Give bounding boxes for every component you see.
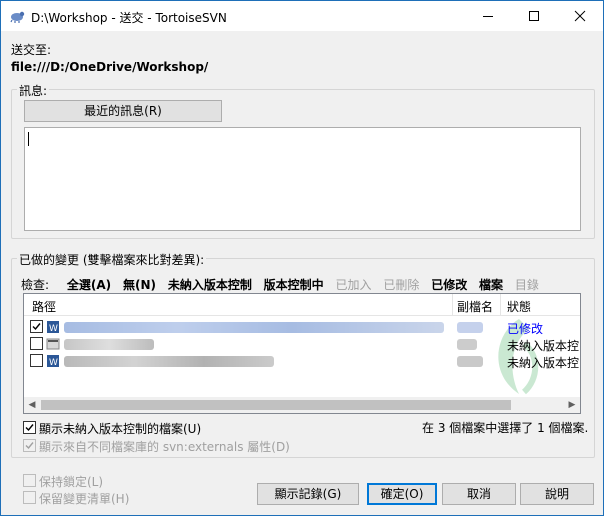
filter-added: 已加入 <box>335 278 372 292</box>
title-bar: D:\Workshop - 送交 - TortoiseSVN <box>1 1 603 31</box>
maximize-icon <box>529 11 539 21</box>
checkmark-icon <box>25 424 34 432</box>
show-externals-checkbox <box>23 439 36 452</box>
show-externals-label: 顯示來自不同檔案庫的 svn:externals 屬性(D) <box>39 440 290 454</box>
commit-message-input[interactable] <box>24 127 581 231</box>
cancel-button[interactable]: 取消 <box>442 483 516 505</box>
file-extension-redacted <box>457 356 483 367</box>
keep-locks-label: 保持鎖定(L) <box>39 475 104 489</box>
filter-directories: 目錄 <box>514 278 539 292</box>
filter-modified[interactable]: 已修改 <box>431 276 467 293</box>
ok-button[interactable]: 確定(O) <box>367 483 437 505</box>
filter-unversioned[interactable]: 未納入版本控制 <box>168 276 252 293</box>
window-title: D:\Workshop - 送交 - TortoiseSVN <box>31 11 227 25</box>
message-group-label: 訊息: <box>17 82 50 99</box>
help-button[interactable]: 說明 <box>520 483 594 505</box>
scroll-right-arrow-icon[interactable]: ▶ <box>564 397 580 413</box>
checkmark-icon <box>25 442 34 450</box>
close-button[interactable] <box>557 1 603 31</box>
keep-changelists-label: 保留變更清單(H) <box>39 492 130 506</box>
filter-select-none[interactable]: 無(N) <box>123 276 156 293</box>
show-unversioned-checkbox[interactable] <box>23 421 36 434</box>
filter-label: 檢查: <box>21 278 50 292</box>
keep-changelists-checkbox <box>23 491 36 504</box>
file-path-redacted <box>64 356 274 367</box>
list-header: 路徑 副檔名 狀態 <box>24 294 580 316</box>
file-row[interactable]: W 未納入版本控 <box>24 353 580 370</box>
file-extension-redacted <box>457 339 477 350</box>
column-status[interactable]: 狀態 <box>507 298 531 315</box>
show-log-button[interactable]: 顯示記錄(G) <box>257 483 359 505</box>
commit-dialog: D:\Workshop - 送交 - TortoiseSVN 送交至: file… <box>0 0 604 516</box>
column-separator[interactable] <box>452 294 453 316</box>
filter-files[interactable]: 檔案 <box>479 276 503 293</box>
word-document-icon: W <box>46 354 60 368</box>
maximize-button[interactable] <box>511 1 557 31</box>
file-extension-redacted <box>457 322 483 333</box>
minimize-icon <box>483 16 493 17</box>
file-row[interactable]: 未納入版本控 <box>24 336 580 353</box>
file-status: 已修改 <box>507 322 544 336</box>
checkmark-icon <box>32 323 41 331</box>
changes-group-label: 已做的變更 (雙擊檔案來比對差異): <box>17 251 207 268</box>
file-path-redacted <box>64 339 154 350</box>
file-checkbox[interactable] <box>30 320 43 333</box>
file-status: 未納入版本控 <box>507 356 579 370</box>
filter-select-all[interactable]: 全選(A) <box>67 276 111 293</box>
column-separator[interactable] <box>500 294 501 316</box>
file-status: 未納入版本控 <box>507 339 579 353</box>
repository-url: file:///D:/OneDrive/Workshop/ <box>11 60 209 74</box>
column-path[interactable]: 路徑 <box>32 298 56 315</box>
filter-versioned[interactable]: 版本控制中 <box>264 276 324 293</box>
recent-messages-button[interactable]: 最近的訊息(R) <box>24 100 222 122</box>
keep-locks-checkbox <box>23 474 36 487</box>
horizontal-scrollbar[interactable]: ◀ ▶ <box>24 397 580 413</box>
word-document-icon: W <box>46 320 60 334</box>
selection-summary: 在 3 個檔案中選擇了 1 個檔案. <box>422 421 589 435</box>
filter-deleted: 已刪除 <box>383 278 420 292</box>
changed-files-list[interactable]: 路徑 副檔名 狀態 W 已修改 未納入版本控 W 未納入版本控 ◀ ▶ <box>23 293 581 414</box>
scroll-left-arrow-icon[interactable]: ◀ <box>24 397 40 413</box>
text-caret <box>28 132 29 146</box>
column-extension[interactable]: 副檔名 <box>457 298 493 315</box>
show-unversioned-label: 顯示未納入版本控制的檔案(U) <box>39 422 202 436</box>
file-row[interactable]: W 已修改 <box>24 319 580 336</box>
commit-to-label: 送交至: <box>11 43 52 57</box>
file-path-redacted <box>64 322 444 333</box>
close-icon <box>574 10 586 22</box>
file-checkbox[interactable] <box>30 354 43 367</box>
minimize-button[interactable] <box>465 1 511 31</box>
batch-file-icon <box>46 337 60 351</box>
svg-text:W: W <box>49 358 58 368</box>
svg-text:W: W <box>49 324 58 334</box>
file-checkbox[interactable] <box>30 337 43 350</box>
scrollbar-thumb[interactable] <box>41 400 511 410</box>
filter-bar: 檢查: 全選(A) 無(N) 未納入版本控制 版本控制中 已加入 已刪除 已修改… <box>21 276 547 292</box>
tortoisesvn-icon <box>9 8 25 24</box>
